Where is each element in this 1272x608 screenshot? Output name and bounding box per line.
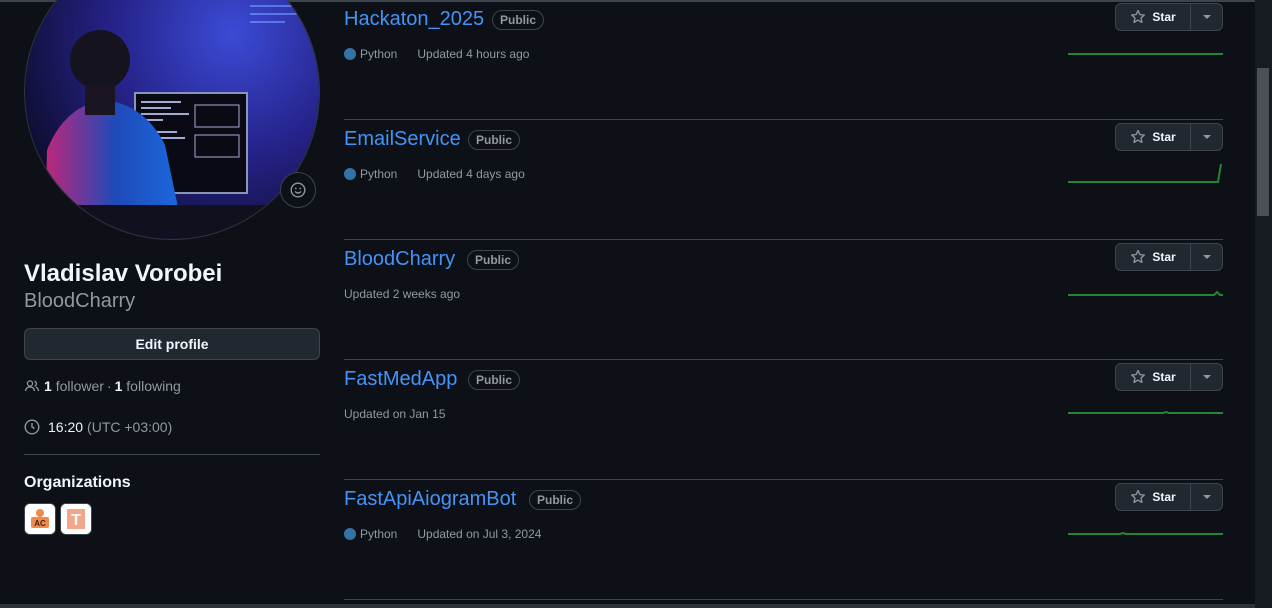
repo-item: Hackaton_2025 Public Python Updated 4 ho… (344, 0, 1223, 120)
org-t-text: T (71, 512, 81, 529)
star-icon (1131, 9, 1146, 24)
repo-language: Python (360, 47, 398, 61)
repo-item: BloodCharry Public Updated 2 weeks ago S… (344, 240, 1223, 360)
set-status-button[interactable] (280, 172, 316, 208)
star-list-dropdown[interactable] (1191, 484, 1222, 510)
star-button-group: Star (1115, 483, 1223, 511)
following-label: following (126, 378, 181, 394)
visibility-badge: Public (492, 10, 545, 30)
star-icon (1131, 369, 1146, 384)
repo-updated: Updated 4 days ago (417, 167, 525, 181)
repo-item: FastMedApp Public Updated on Jan 15 Star (344, 360, 1223, 480)
repo-meta: Python Updated on Jul 3, 2024 (344, 527, 541, 541)
star-label: Star (1152, 130, 1176, 144)
star-button[interactable]: Star (1116, 484, 1191, 510)
activity-sparkline (1068, 290, 1223, 296)
repo-link[interactable]: EmailService (344, 128, 461, 151)
repo-link[interactable]: BloodCharry (344, 248, 455, 271)
star-list-dropdown[interactable] (1191, 124, 1222, 150)
triangle-down-icon (1202, 495, 1211, 499)
star-button[interactable]: Star (1116, 244, 1191, 270)
profile-full-name: Vladislav Vorobei (24, 260, 223, 287)
following-link[interactable]: 1 following (115, 378, 181, 394)
edit-profile-button[interactable]: Edit profile (24, 328, 320, 360)
star-list-dropdown[interactable] (1191, 4, 1222, 30)
followers-count: 1 (44, 378, 52, 394)
visibility-badge: Public (468, 370, 521, 390)
smiley-icon (290, 182, 306, 198)
clock-icon (24, 419, 40, 435)
python-language-dot (344, 528, 356, 540)
star-button-group: Star (1115, 243, 1223, 271)
star-button[interactable]: Star (1116, 124, 1191, 150)
triangle-down-icon (1202, 375, 1211, 379)
triangle-down-icon (1202, 135, 1211, 139)
repo-language: Python (360, 527, 398, 541)
star-label: Star (1152, 250, 1176, 264)
repo-link[interactable]: Hackaton_2025 (344, 8, 484, 31)
people-icon (24, 380, 40, 392)
star-icon (1131, 129, 1146, 144)
repo-link[interactable]: FastMedApp (344, 368, 457, 391)
repo-meta: Updated on Jan 15 (344, 407, 445, 421)
activity-sparkline (1068, 163, 1222, 183)
following-count: 1 (114, 378, 123, 394)
star-button-group: Star (1115, 363, 1223, 391)
repo-updated: Updated on Jan 15 (344, 407, 446, 421)
star-label: Star (1152, 370, 1176, 384)
avatar-container (24, 0, 320, 240)
activity-sparkline (1068, 410, 1223, 414)
visibility-badge: Public (468, 130, 521, 150)
avatar[interactable] (24, 0, 320, 240)
org-avatar-ac[interactable]: AC (24, 503, 56, 535)
organizations-title: Organizations (24, 474, 131, 491)
repo-updated: Updated 4 hours ago (417, 47, 530, 61)
repo-language: Python (360, 167, 398, 181)
star-label: Star (1152, 490, 1176, 504)
follow-stats: 1 follower · 1 following (24, 378, 181, 394)
activity-sparkline (1068, 53, 1223, 55)
page-scrollbar[interactable] (1255, 0, 1272, 608)
star-button-group: Star (1115, 3, 1223, 31)
org-ac-text: AC (34, 519, 46, 528)
timezone-label: (UTC +03:00) (87, 419, 173, 435)
repo-updated: Updated 2 weeks ago (344, 287, 461, 301)
profile-username: BloodCharry (24, 290, 136, 312)
bottom-edge (0, 604, 1255, 608)
visibility-badge: Public (529, 490, 582, 510)
star-button-group: Star (1115, 123, 1223, 151)
star-icon (1131, 249, 1146, 264)
star-list-dropdown[interactable] (1191, 244, 1222, 270)
python-language-dot (344, 48, 356, 60)
follow-separator: · (106, 378, 112, 394)
local-time-value: 16:20 (48, 419, 84, 435)
repo-meta: Python Updated 4 hours ago (344, 47, 529, 61)
python-language-dot (344, 168, 356, 180)
repo-item: FastApiAiogramBot Public Python Updated … (344, 480, 1223, 600)
repo-link[interactable]: FastApiAiogramBot (344, 488, 516, 511)
activity-sparkline (1068, 531, 1223, 535)
followers-label: follower (55, 378, 104, 394)
repo-item: EmailService Public Python Updated 4 day… (344, 120, 1223, 240)
followers-link[interactable]: 1 follower (44, 378, 104, 394)
star-button[interactable]: Star (1116, 364, 1191, 390)
local-time: 16:20 (UTC +03:00) (24, 419, 172, 435)
repo-meta: Python Updated 4 days ago (344, 167, 525, 181)
star-button[interactable]: Star (1116, 4, 1191, 30)
triangle-down-icon (1202, 15, 1211, 19)
repo-meta: Updated 2 weeks ago (344, 287, 460, 301)
triangle-down-icon (1202, 255, 1211, 259)
star-label: Star (1152, 10, 1176, 24)
profile-sidebar: Vladislav Vorobei BloodCharry Edit profi… (24, 0, 320, 608)
org-avatar-t[interactable]: T (60, 503, 92, 535)
sidebar-divider (24, 454, 320, 455)
organizations-list: AC T (24, 503, 92, 535)
star-icon (1131, 489, 1146, 504)
repo-updated: Updated on Jul 3, 2024 (417, 527, 542, 541)
visibility-badge: Public (467, 250, 520, 270)
star-list-dropdown[interactable] (1191, 364, 1222, 390)
scrollbar-thumb[interactable] (1257, 68, 1269, 216)
